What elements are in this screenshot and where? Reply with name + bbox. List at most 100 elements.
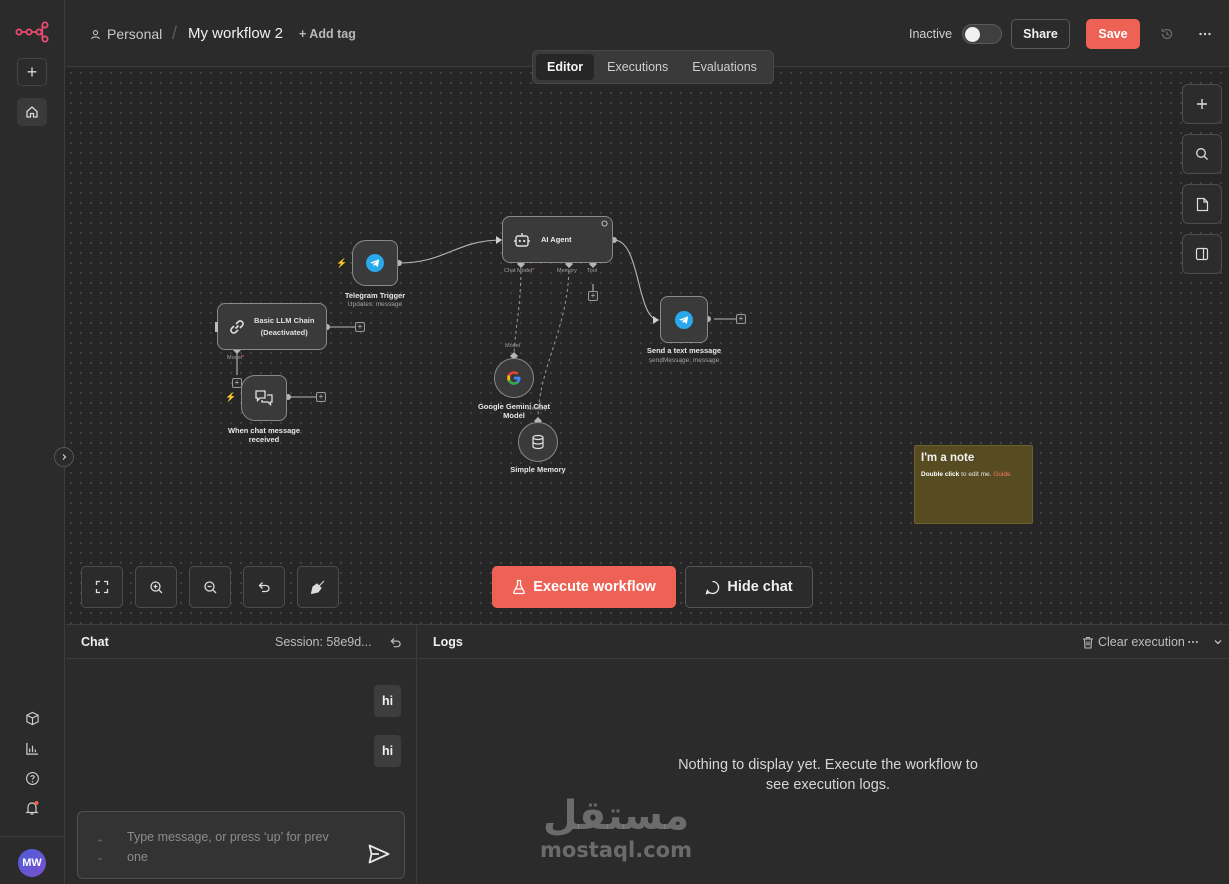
fit-view-icon <box>95 580 109 594</box>
create-button[interactable]: + <box>17 58 47 86</box>
trigger-bolt-icon: ⚡ <box>336 258 348 268</box>
simple-memory-node[interactable] <box>518 422 558 462</box>
ai-agent-status-icon <box>601 220 608 227</box>
google-icon <box>507 371 521 385</box>
tab-executions[interactable]: Executions <box>596 54 679 80</box>
telegram-send-icon <box>675 310 693 329</box>
history-icon <box>1161 28 1173 40</box>
logs-more-icon[interactable] <box>1187 640 1199 644</box>
search-nodes-button[interactable] <box>1182 134 1222 174</box>
notifications-button[interactable] <box>22 798 42 818</box>
chat-panel: Chat Session: 58e9d... hi hi ⌃ ⌄ Type mes… <box>66 625 417 884</box>
zoom-in-button[interactable] <box>135 566 177 608</box>
chat-bubbles-icon <box>255 390 273 407</box>
chat-input-placeholder[interactable]: Type message, or press ‘up’ for prev one <box>127 827 347 867</box>
chat-trigger-bolt-icon: ⚡ <box>225 392 237 402</box>
clear-execution-label: Clear execution <box>1098 635 1185 649</box>
port-label-chat-model: Chat Model* <box>504 268 535 274</box>
add-after-chat-trigger-button[interactable]: + <box>316 392 326 402</box>
add-after-send-button[interactable]: + <box>736 314 746 324</box>
zoom-out-button[interactable] <box>189 566 231 608</box>
fit-view-button[interactable] <box>81 566 123 608</box>
basic-llm-chain-node[interactable]: Basic LLM Chain (Deactivated) <box>215 303 327 350</box>
telegram-trigger-node[interactable] <box>352 240 398 286</box>
logs-panel-title: Logs <box>433 635 463 649</box>
history-button[interactable] <box>1158 25 1176 43</box>
watermark-arabic-text: مستقل <box>542 793 690 839</box>
connection-agent-chatmodel <box>513 264 522 356</box>
home-button[interactable] <box>17 98 47 126</box>
help-button[interactable] <box>22 768 42 788</box>
zoom-in-icon <box>149 580 162 593</box>
gemini-title: Google Gemini Chat Model <box>464 402 564 421</box>
note-text: Double click to edit me. Guide <box>921 471 1011 478</box>
trash-icon <box>1083 636 1093 649</box>
sticky-note[interactable]: I'm a note Double click to edit me. Guid… <box>914 445 1033 524</box>
bell-icon <box>25 801 39 815</box>
expand-sidebar-button[interactable] <box>54 447 74 467</box>
llm-input-handle[interactable] <box>215 322 218 332</box>
user-avatar[interactable]: MW <box>18 849 46 877</box>
toggle-panel-button[interactable] <box>1182 234 1222 274</box>
add-sticky-button[interactable] <box>1182 184 1222 224</box>
n8n-logo-icon[interactable] <box>14 20 50 44</box>
workflow-title[interactable]: My workflow 2 <box>188 25 283 42</box>
chat-trigger-title: When chat message received <box>214 426 314 445</box>
gemini-title-line1: Google Gemini Chat <box>477 402 551 411</box>
chat-input-box[interactable]: ⌃ ⌄ Type message, or press ‘up’ for prev … <box>77 811 405 879</box>
user-icon <box>91 29 100 39</box>
port-label-gemini-model: Model <box>505 343 520 349</box>
workflow-canvas[interactable]: ⚡ Telegram Trigger Updates: message AI A… <box>66 68 1229 624</box>
add-after-llm-button[interactable]: + <box>355 322 365 332</box>
history-arrows-icon[interactable]: ⌃ ⌄ <box>96 836 104 865</box>
execute-workflow-button[interactable]: Execute workflow <box>492 566 676 608</box>
add-tool-button[interactable]: + <box>588 291 598 301</box>
clear-execution-button[interactable]: Clear execution <box>1082 635 1185 649</box>
ellipsis-icon <box>1199 32 1211 36</box>
templates-button[interactable] <box>22 708 42 728</box>
logs-empty-message: Nothing to display yet. Execute the work… <box>678 757 978 793</box>
add-node-button[interactable] <box>1182 84 1222 124</box>
help-icon <box>25 771 39 785</box>
n8n-app: + MW Personal / My workflow 2 + Add tag … <box>0 0 1229 884</box>
execute-workflow-label: Execute workflow <box>533 579 656 595</box>
link-chain-icon <box>230 319 244 334</box>
port-label-llm-model: Model* <box>227 355 245 361</box>
tab-evaluations[interactable]: Evaluations <box>681 54 768 80</box>
home-icon <box>26 106 38 118</box>
telegram-icon <box>366 254 384 272</box>
basic-llm-chain-title: Basic LLM Chain <box>254 316 315 326</box>
insights-button[interactable] <box>22 738 42 758</box>
send-message-node[interactable] <box>660 296 708 343</box>
port-label-tool: Tool <box>587 268 598 274</box>
ai-agent-title: AI Agent <box>541 235 572 244</box>
tab-editor[interactable]: Editor <box>536 54 595 80</box>
connection-telegram-to-agent <box>398 239 503 264</box>
reset-zoom-button[interactable] <box>243 566 285 608</box>
save-button[interactable]: Save <box>1086 19 1140 49</box>
note-text-bold: Double click <box>921 471 960 478</box>
share-button[interactable]: Share <box>1011 19 1070 49</box>
reset-session-icon[interactable] <box>389 636 402 649</box>
google-gemini-node[interactable] <box>494 358 534 398</box>
tidy-up-button[interactable] <box>297 566 339 608</box>
ai-agent-node[interactable]: AI Agent <box>502 216 613 263</box>
project-breadcrumb[interactable]: Personal <box>90 26 162 42</box>
sticky-note-icon <box>1196 197 1208 211</box>
note-guide-link[interactable]: Guide <box>993 471 1010 478</box>
send-icon[interactable] <box>368 844 390 864</box>
add-tag-button[interactable]: + Add tag <box>299 27 356 41</box>
cube-icon <box>25 711 39 725</box>
database-icon <box>532 434 544 450</box>
chat-session-id[interactable]: Session: 58e9d... <box>275 635 372 649</box>
chat-trigger-node[interactable] <box>241 375 287 421</box>
hide-chat-button[interactable]: Hide chat <box>685 566 813 608</box>
chevron-right-icon <box>62 454 67 460</box>
activate-toggle[interactable] <box>962 24 1002 44</box>
undo-icon <box>258 582 270 593</box>
connection-agent-to-send <box>613 239 660 321</box>
more-options-button[interactable] <box>1196 25 1214 43</box>
gemini-title-line2: Model <box>503 411 525 421</box>
chat-bubble-icon <box>705 580 720 594</box>
collapse-panel-chevron-icon[interactable] <box>1213 637 1223 647</box>
